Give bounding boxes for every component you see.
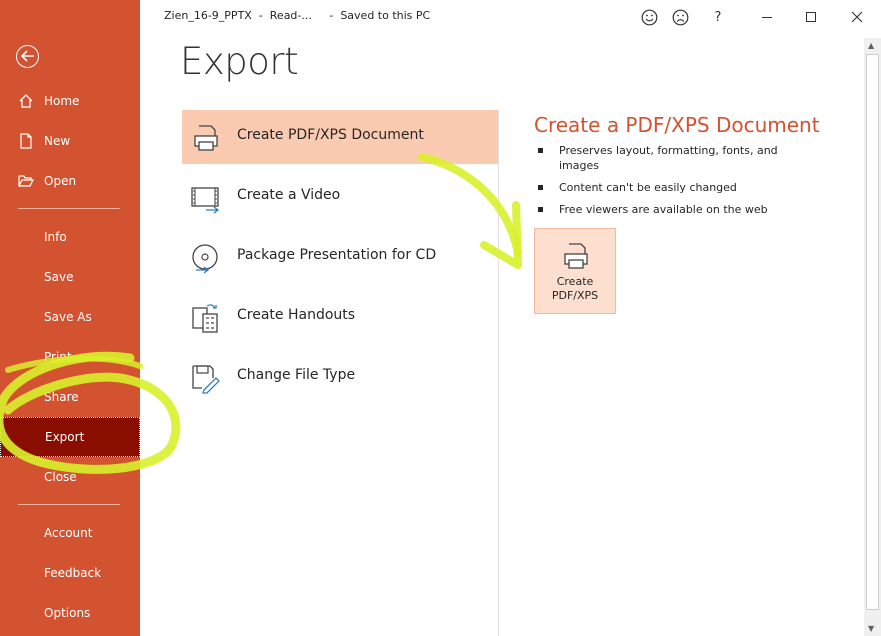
sidebar-divider bbox=[18, 208, 120, 209]
nav-open[interactable]: Open bbox=[0, 162, 140, 200]
backstage-sidebar: Home New Open Info Save Save As Print Sh… bbox=[0, 0, 140, 636]
create-pdf-xps-button[interactable]: Create PDF/XPS bbox=[534, 228, 616, 314]
video-icon bbox=[191, 187, 220, 214]
nav-label: Close bbox=[44, 470, 77, 484]
back-arrow-icon bbox=[20, 50, 34, 62]
smiley-icon bbox=[641, 9, 657, 25]
handouts-icon bbox=[192, 304, 218, 333]
maximize-button[interactable] bbox=[800, 6, 822, 28]
nav-home[interactable]: Home bbox=[0, 82, 140, 120]
close-icon bbox=[851, 11, 863, 23]
nav-label: Options bbox=[44, 606, 91, 620]
button-label-line: Create bbox=[556, 275, 594, 288]
folder-open-icon bbox=[18, 175, 34, 187]
nav-feedback[interactable]: Feedback bbox=[0, 554, 140, 592]
option-change-file-type[interactable]: Change File Type bbox=[182, 350, 498, 404]
nav-account[interactable]: Account bbox=[0, 514, 140, 552]
pdf-document-icon bbox=[564, 243, 588, 269]
nav-label: Open bbox=[44, 174, 77, 188]
nav-save-as[interactable]: Save As bbox=[0, 298, 140, 336]
back-button[interactable] bbox=[16, 45, 39, 68]
pane-separator bbox=[498, 110, 499, 636]
scroll-down-icon[interactable]: ▼ bbox=[868, 624, 874, 633]
scroll-up-icon[interactable]: ▲ bbox=[868, 41, 874, 50]
option-label: Package Presentation for CD bbox=[237, 247, 437, 263]
button-label-line: PDF/XPS bbox=[551, 289, 599, 302]
nav-close[interactable]: Close bbox=[0, 458, 140, 496]
maximize-icon bbox=[806, 12, 816, 22]
frown-icon bbox=[672, 9, 688, 25]
page-title: Export bbox=[180, 40, 299, 83]
nav-options[interactable]: Options bbox=[0, 594, 140, 632]
feature-item: Content can't be easily changed bbox=[538, 180, 798, 195]
minimize-button[interactable] bbox=[756, 6, 778, 28]
vertical-scrollbar[interactable]: ▲ ▼ bbox=[864, 38, 881, 636]
help-button[interactable]: ? bbox=[707, 6, 729, 28]
nav-export[interactable]: Export bbox=[0, 417, 140, 457]
smiley-button[interactable] bbox=[638, 6, 660, 28]
cd-icon bbox=[192, 244, 218, 274]
option-label: Create PDF/XPS Document bbox=[237, 127, 424, 143]
minimize-icon bbox=[762, 17, 772, 18]
file-type-icon bbox=[192, 365, 220, 394]
sidebar-divider bbox=[18, 504, 120, 505]
nav-label: Info bbox=[44, 230, 67, 244]
nav-label: Share bbox=[44, 390, 79, 404]
nav-new[interactable]: New bbox=[0, 122, 140, 160]
new-file-icon bbox=[20, 133, 32, 149]
nav-print[interactable]: Print bbox=[0, 338, 140, 376]
nav-share[interactable]: Share bbox=[0, 378, 140, 416]
window-title: Zien_16-9_PPTX - Read-... - Saved to thi… bbox=[164, 9, 431, 22]
option-create-handouts[interactable]: Create Handouts bbox=[182, 290, 498, 344]
frown-button[interactable] bbox=[669, 6, 691, 28]
pdf-document-icon bbox=[194, 125, 218, 151]
close-window-button[interactable] bbox=[846, 6, 868, 28]
nav-info[interactable]: Info bbox=[0, 218, 140, 256]
feature-item: Preserves layout, formatting, fonts, and… bbox=[538, 143, 798, 173]
create-pdf-xps-label: Create PDF/XPS bbox=[535, 275, 615, 303]
detail-title: Create a PDF/XPS Document bbox=[534, 113, 820, 137]
scroll-thumb[interactable] bbox=[866, 54, 879, 610]
nav-label: Account bbox=[44, 526, 93, 540]
option-create-video[interactable]: Create a Video bbox=[182, 170, 498, 224]
help-icon: ? bbox=[714, 9, 722, 25]
option-create-pdf-xps[interactable]: Create PDF/XPS Document bbox=[182, 110, 498, 164]
option-label: Create a Video bbox=[237, 187, 341, 203]
option-package-cd[interactable]: Package Presentation for CD bbox=[182, 230, 498, 284]
nav-label: New bbox=[44, 134, 71, 148]
nav-label: Save bbox=[44, 270, 74, 284]
nav-save[interactable]: Save bbox=[0, 258, 140, 296]
nav-label: Save As bbox=[44, 310, 92, 324]
feature-list: Preserves layout, formatting, fonts, and… bbox=[538, 143, 798, 224]
option-label: Change File Type bbox=[237, 367, 356, 383]
title-bar: Zien_16-9_PPTX - Read-... - Saved to thi… bbox=[140, 0, 881, 34]
nav-label: Home bbox=[44, 94, 80, 108]
nav-label: Print bbox=[44, 350, 72, 364]
nav-label: Feedback bbox=[44, 566, 102, 580]
feature-item: Free viewers are available on the web bbox=[538, 202, 798, 217]
option-label: Create Handouts bbox=[237, 307, 356, 323]
nav-label: Export bbox=[45, 430, 85, 444]
home-icon bbox=[19, 94, 33, 108]
